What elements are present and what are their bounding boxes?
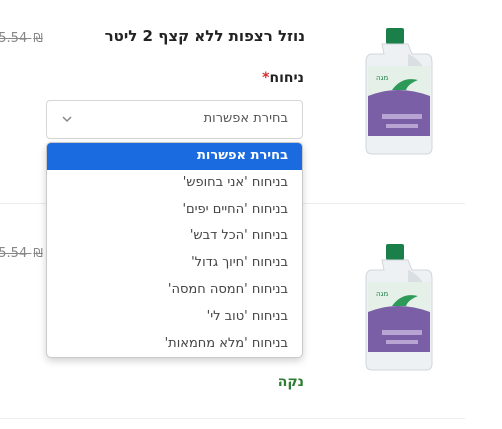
svg-text:מגה: מגה — [376, 290, 388, 298]
price-value: 75.54 — [0, 246, 28, 261]
scent-option[interactable]: בניחוח 'אני בחופש' — [47, 170, 302, 197]
product-price: 75.54 ₪ — [0, 246, 43, 261]
scent-option[interactable]: בניחוח 'מלא מחמאות' — [47, 331, 302, 357]
product-title[interactable]: נוזל רצפות ללא קצף 2 ליטר — [105, 27, 305, 45]
scent-options-list: בחירת אפשרות בניחוח 'אני בחופש' בניחוח '… — [46, 142, 303, 358]
scent-option[interactable]: בניחוח 'הכל דבש' — [47, 223, 302, 250]
scent-label-text: ניחוח — [269, 70, 304, 86]
scent-option[interactable]: בניחוח 'חמסה חמסה' — [47, 277, 302, 304]
scent-option[interactable]: בניחוח 'החיים יפים' — [47, 197, 302, 224]
scent-option[interactable]: בניחוח 'חיוך גדול' — [47, 250, 302, 277]
product-category-link[interactable]: נקה — [278, 374, 304, 390]
scent-option[interactable]: בחירת אפשרות — [47, 143, 302, 170]
scent-select[interactable]: בחירת אפשרות — [46, 100, 303, 139]
currency-symbol: ₪ — [33, 246, 43, 260]
scent-option[interactable]: בניחוח 'טוב לי' — [47, 304, 302, 331]
currency-symbol: ₪ — [33, 31, 43, 45]
scent-select-value: בחירת אפשרות — [203, 111, 288, 126]
product-bottle-image[interactable]: מגה — [362, 242, 436, 372]
svg-text:מגה: מגה — [376, 74, 388, 82]
product-bottle-image[interactable]: מגה — [362, 26, 436, 156]
row-divider — [0, 418, 465, 419]
product-price: 75.54 ₪ — [0, 31, 43, 46]
scent-label: ניחוח* — [258, 70, 304, 86]
price-value: 75.54 — [0, 31, 28, 46]
chevron-down-icon — [62, 116, 72, 123]
